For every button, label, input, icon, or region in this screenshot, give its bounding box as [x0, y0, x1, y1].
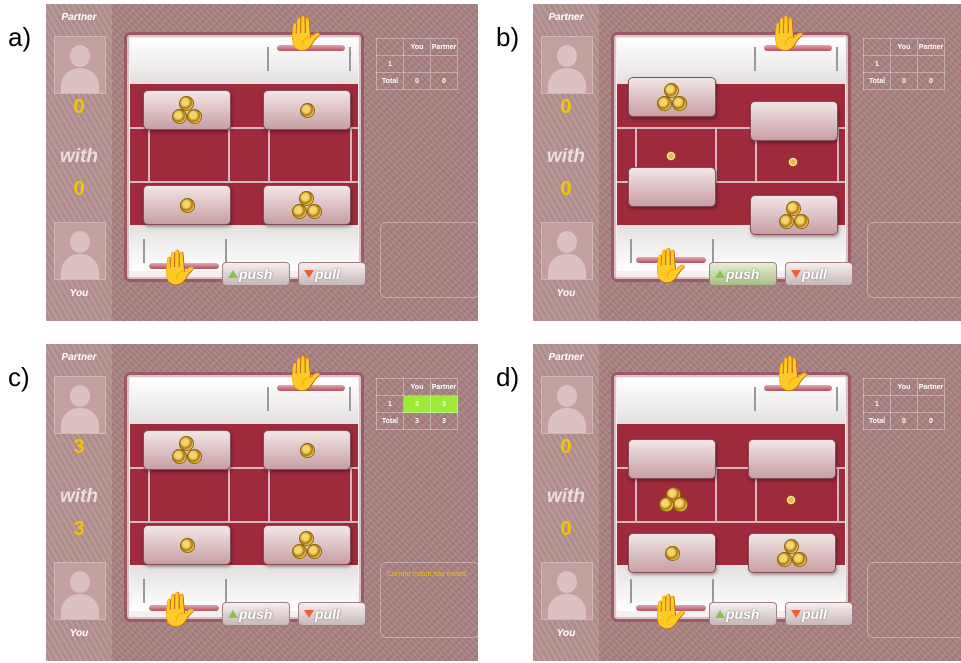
partner-hand-icon: ✋ — [766, 15, 809, 53]
partner-score: 0 — [73, 96, 85, 118]
coin-icon — [673, 497, 688, 512]
you-hand-icon: ✋ — [648, 247, 691, 285]
you-score: 0 — [73, 178, 85, 200]
game-board: ✋ ✋ — [124, 17, 364, 287]
game-screen-a: Partner 0 with 0 You ✋ ✋ You Partner 1 T… — [46, 4, 478, 321]
coin-icon — [788, 157, 798, 167]
you-score: 0 — [560, 178, 572, 200]
partner-score: 3 — [73, 436, 85, 458]
partner-score: 0 — [560, 436, 572, 458]
pull-button[interactable]: pull — [785, 602, 853, 626]
you-avatar — [541, 562, 593, 620]
with-label: with — [60, 146, 98, 167]
you-hand-icon: ✋ — [157, 249, 200, 287]
sidebar: Partner 3 with 3 You — [46, 344, 112, 661]
with-label: with — [547, 486, 585, 507]
partner-hand-icon: ✋ — [283, 355, 326, 393]
coin-tray[interactable] — [263, 185, 351, 225]
panel-label-c: c) — [8, 362, 30, 392]
partner-label: Partner — [548, 12, 584, 23]
message-box — [380, 222, 478, 298]
you-hand-icon: ✋ — [648, 593, 691, 631]
coin-tray[interactable] — [143, 185, 231, 225]
you-avatar — [541, 222, 593, 280]
you-label: You — [69, 628, 89, 639]
panel-label-b: b) — [496, 22, 520, 52]
coin-tray[interactable] — [143, 430, 231, 470]
score-table: You Partner 133 Total 3 3 — [376, 378, 458, 430]
message-box — [867, 222, 961, 298]
coin-tray[interactable] — [750, 101, 838, 141]
partner-hand-icon: ✋ — [283, 15, 326, 53]
partner-label: Partner — [61, 12, 97, 23]
you-hand-icon: ✋ — [157, 591, 200, 629]
you-label: You — [556, 288, 576, 299]
score-table: You Partner 1 Total 0 0 — [863, 38, 945, 90]
pull-button[interactable]: pull — [298, 262, 366, 286]
push-button[interactable]: push — [222, 262, 290, 286]
coin-tray[interactable] — [748, 533, 836, 573]
push-button[interactable]: push — [222, 602, 290, 626]
match-ended-message: Current match has ended. — [387, 571, 468, 578]
pull-button[interactable]: pull — [298, 602, 366, 626]
coin-icon — [666, 151, 676, 161]
push-button[interactable]: push — [709, 262, 777, 286]
score-table: You Partner 1 Total 0 0 — [863, 378, 945, 430]
score-table: You Partner 1 Total 0 0 — [376, 38, 458, 90]
coin-tray[interactable] — [750, 195, 838, 235]
you-avatar — [54, 222, 106, 280]
coin-tray[interactable] — [628, 439, 716, 479]
sidebar: Partner 0 with 0 You — [46, 4, 112, 321]
game-board: ✋ ✋ — [611, 17, 851, 285]
partner-score: 0 — [560, 96, 572, 118]
partner-label: Partner — [61, 352, 97, 363]
partner-avatar — [54, 36, 106, 94]
panel-label-d: d) — [496, 362, 520, 392]
coin-tray[interactable] — [263, 430, 351, 470]
you-score: 0 — [560, 518, 572, 540]
push-button[interactable]: push — [709, 602, 777, 626]
coin-tray[interactable] — [143, 90, 231, 130]
with-label: with — [547, 146, 585, 167]
partner-label: Partner — [548, 352, 584, 363]
message-box: Current match has ended. — [380, 562, 478, 638]
coin-tray[interactable] — [143, 525, 231, 565]
you-label: You — [69, 288, 89, 299]
game-screen-b: Partner 0 with 0 You ✋ ✋ You Partner 1 T… — [533, 4, 961, 321]
partner-avatar — [541, 36, 593, 94]
coin-tray[interactable] — [263, 90, 351, 130]
you-score: 3 — [73, 518, 85, 540]
with-label: with — [60, 486, 98, 507]
message-box — [867, 562, 961, 638]
panel-label-a: a) — [8, 22, 32, 52]
game-screen-c: Partner 3 with 3 You ✋ ✋ You Partner 1 3… — [46, 344, 478, 661]
sidebar: Partner 0 with 0 You — [533, 344, 599, 661]
partner-hand-icon: ✋ — [770, 355, 813, 393]
game-screen-d: Partner 0 with 0 You ✋ ✋ You Partner 1 T… — [533, 344, 961, 661]
coin-tray[interactable] — [628, 77, 716, 117]
sidebar: Partner 0 with 0 You — [533, 4, 599, 321]
coin-tray[interactable] — [263, 525, 351, 565]
partner-avatar — [54, 376, 106, 434]
partner-avatar — [541, 376, 593, 434]
game-board: ✋ ✋ — [611, 357, 851, 629]
pull-button[interactable]: pull — [785, 262, 853, 286]
you-avatar — [54, 562, 106, 620]
game-board: ✋ ✋ — [124, 357, 364, 627]
coin-tray[interactable] — [628, 167, 716, 207]
coin-tray[interactable] — [628, 533, 716, 573]
coin-tray[interactable] — [748, 439, 836, 479]
coin-icon — [659, 497, 674, 512]
coin-icon — [786, 495, 796, 505]
you-label: You — [556, 628, 576, 639]
